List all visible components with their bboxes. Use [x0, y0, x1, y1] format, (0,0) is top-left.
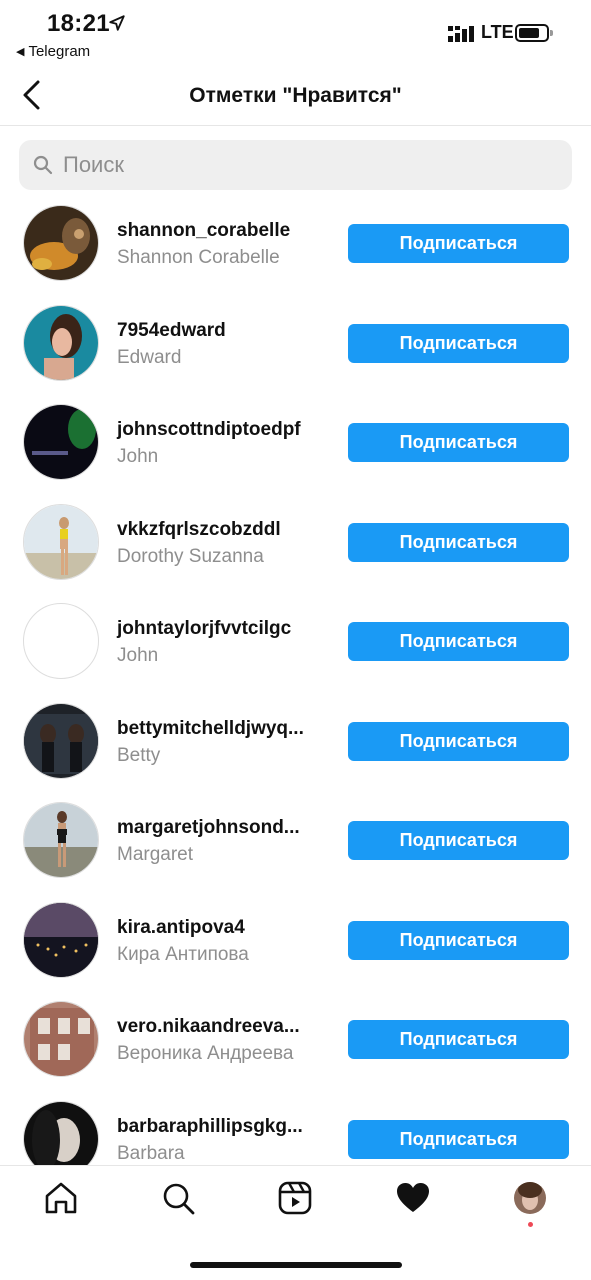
- follow-button[interactable]: Подписаться: [348, 1119, 569, 1159]
- list-item: bettymitchelldjwyq... Betty Подписаться: [0, 692, 591, 792]
- username[interactable]: shannon_corabelle: [117, 220, 290, 242]
- full-name: Вероника Андреева: [117, 1043, 294, 1064]
- battery-icon: [515, 24, 553, 42]
- cellular-signal-icon: [448, 26, 474, 42]
- username[interactable]: margaretjohnsond...: [117, 817, 300, 839]
- avatar[interactable]: [23, 1001, 99, 1077]
- full-name: Shannon Corabelle: [117, 247, 280, 268]
- profile-avatar[interactable]: [514, 1182, 546, 1214]
- avatar[interactable]: [23, 702, 99, 779]
- home-icon[interactable]: [43, 1180, 79, 1216]
- full-name: Margaret: [117, 844, 194, 865]
- heart-icon[interactable]: [395, 1180, 431, 1216]
- avatar[interactable]: [23, 603, 99, 679]
- home-indicator: [190, 1262, 402, 1268]
- search-icon[interactable]: [160, 1180, 196, 1216]
- follow-button[interactable]: Подписаться: [348, 821, 569, 860]
- back-to-app-link[interactable]: ◀ Telegram: [16, 43, 90, 60]
- avatar[interactable]: [23, 205, 99, 281]
- notification-dot: [528, 1222, 533, 1227]
- follow-button[interactable]: Подписаться: [348, 920, 569, 960]
- follow-button[interactable]: Подписаться: [348, 721, 569, 761]
- username[interactable]: bettymitchelldjwyq...: [117, 718, 304, 740]
- full-name: John: [117, 645, 159, 666]
- page-title: Отметки "Нравится": [189, 84, 402, 107]
- username[interactable]: vero.nikaandreeva...: [117, 1016, 300, 1038]
- avatar[interactable]: [23, 901, 99, 978]
- list-item: vero.nikaandreeva... Вероника Андреева П…: [0, 990, 591, 1090]
- list-item: kira.antipova4 Кира Антипова Подписаться: [0, 891, 591, 991]
- username[interactable]: vkkzfqrlszcobzddl: [117, 519, 281, 541]
- search-icon: [33, 155, 53, 175]
- full-name: John: [117, 446, 159, 467]
- follow-button[interactable]: Подписаться: [348, 622, 569, 661]
- list-item: barbaraphillipsgkg... Barbara Подписатьс…: [0, 1090, 591, 1165]
- full-name: Barbara: [117, 1142, 185, 1164]
- nav-header: Отметки "Нравится": [0, 64, 591, 126]
- follow-button[interactable]: Подписаться: [348, 1020, 569, 1059]
- full-name: Edward: [117, 346, 182, 368]
- username[interactable]: kira.antipova4: [117, 917, 245, 939]
- status-bar: 18:21 ◀ Telegram LTE: [0, 0, 591, 64]
- search-bar[interactable]: [19, 140, 572, 190]
- follow-button[interactable]: Подписаться: [348, 423, 569, 462]
- full-name: Dorothy Suzanna: [117, 545, 264, 567]
- follow-button[interactable]: Подписаться: [348, 224, 569, 263]
- username[interactable]: johnscottndiptoedpf: [117, 419, 301, 441]
- back-app-label: Telegram: [28, 43, 91, 60]
- full-name: Betty: [117, 744, 161, 766]
- list-item: margaretjohnsond... Margaret Подписаться: [0, 791, 591, 891]
- list-item: johntaylorjfvvtcilgc John Подписаться: [0, 592, 591, 692]
- avatar[interactable]: [23, 802, 99, 878]
- tab-bar: [0, 1165, 591, 1235]
- username[interactable]: johntaylorjfvvtcilgc: [117, 618, 291, 640]
- reels-icon[interactable]: [277, 1180, 313, 1216]
- username[interactable]: 7954edward: [117, 320, 226, 342]
- status-time: 18:21: [47, 10, 110, 37]
- back-triangle-icon: ◀: [16, 46, 25, 58]
- list-item: shannon_corabelle Shannon Corabelle Подп…: [0, 194, 591, 294]
- avatar[interactable]: [23, 404, 99, 480]
- location-arrow-icon: [109, 15, 125, 31]
- avatar[interactable]: [23, 1100, 99, 1165]
- list-item: 7954edward Edward Подписаться: [0, 294, 591, 394]
- username[interactable]: barbaraphillipsgkg...: [117, 1116, 303, 1138]
- network-type: LTE: [481, 22, 514, 42]
- avatar[interactable]: [23, 304, 99, 381]
- full-name: Кира Антипова: [117, 943, 249, 965]
- list-item: johnscottndiptoedpf John Подписаться: [0, 393, 591, 493]
- likes-list: shannon_corabelle Shannon Corabelle Подп…: [0, 194, 591, 1165]
- follow-button[interactable]: Подписаться: [348, 522, 569, 562]
- follow-button[interactable]: Подписаться: [348, 323, 569, 363]
- search-input[interactable]: [63, 152, 543, 178]
- list-item: vkkzfqrlszcobzddl Dorothy Suzanna Подпис…: [0, 493, 591, 593]
- avatar[interactable]: [23, 503, 99, 580]
